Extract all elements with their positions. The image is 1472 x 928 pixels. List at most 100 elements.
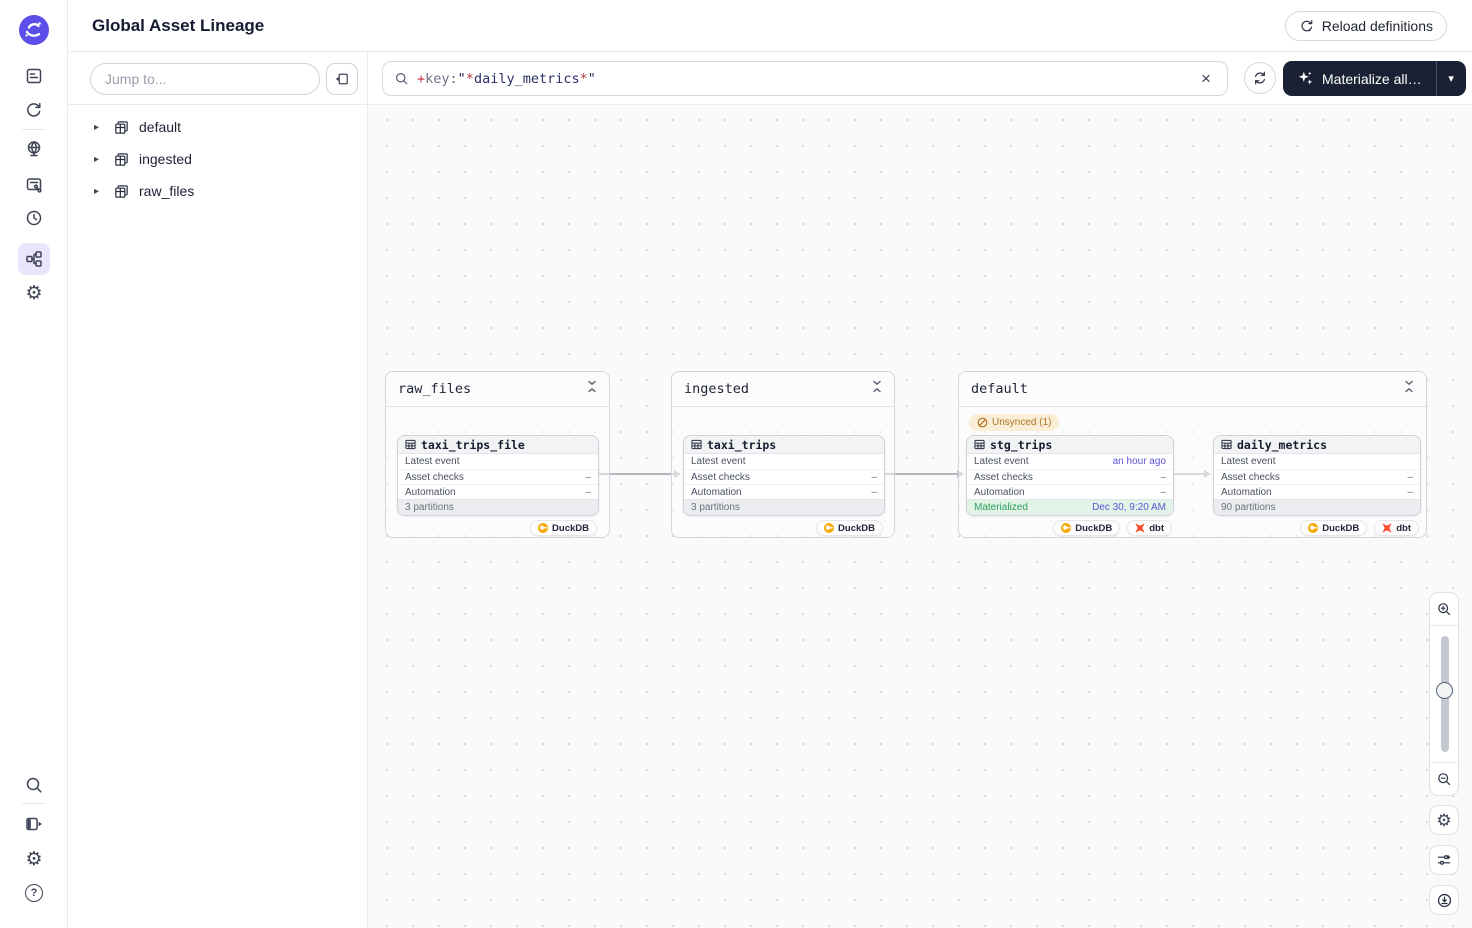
chevron-right-icon[interactable]: ▸ — [94, 122, 104, 133]
asset-node-taxi_trips_file[interactable]: taxi_trips_file Latest event Asset check… — [397, 435, 599, 516]
group-node-ingested[interactable]: ingested taxi_trips Latest event Asset c… — [671, 371, 895, 538]
gear-icon: ⚙ — [1436, 812, 1451, 829]
group-label: ingested — [139, 151, 192, 167]
settings-icon[interactable]: ⚙ — [18, 277, 50, 309]
page-title: Global Asset Lineage — [92, 16, 264, 36]
download-graph-button[interactable] — [1429, 885, 1459, 915]
sidebar-item-raw_files[interactable]: ▸ raw_files — [68, 175, 367, 207]
rail-divider — [22, 803, 46, 804]
zoom-in-button[interactable] — [1430, 593, 1458, 626]
group-header[interactable]: default — [959, 372, 1426, 407]
chevron-right-icon[interactable]: ▸ — [94, 186, 104, 197]
zoom-slider-handle[interactable] — [1436, 682, 1453, 699]
materialize-all-button[interactable]: Materialize all… — [1283, 61, 1436, 96]
table-icon — [974, 439, 985, 450]
badge-label: DuckDB — [1322, 523, 1359, 534]
asset-title-row: taxi_trips_file — [398, 436, 598, 454]
search-query: +key:"*daily_metrics*" — [417, 71, 1193, 87]
row-value: – — [1160, 472, 1166, 483]
materialized-time[interactable]: Dec 30, 9:20 AM — [1092, 502, 1166, 513]
duckdb-icon — [824, 523, 834, 533]
zoom-slider[interactable] — [1430, 626, 1458, 762]
duckdb-badge[interactable]: DuckDB — [530, 520, 597, 536]
reload-definitions-label: Reload definitions — [1322, 18, 1433, 34]
reload-definitions-button[interactable]: Reload definitions — [1285, 11, 1447, 41]
badge-label: DuckDB — [1075, 523, 1112, 534]
duckdb-badge[interactable]: DuckDB — [1053, 520, 1120, 536]
search-icon[interactable] — [18, 769, 50, 801]
duckdb-badge[interactable]: DuckDB — [816, 520, 883, 536]
duckdb-icon — [1308, 523, 1318, 533]
row-label: Latest event — [691, 456, 745, 467]
sidebar-item-ingested[interactable]: ▸ ingested — [68, 143, 367, 175]
schedules-icon[interactable] — [18, 202, 50, 234]
group-header[interactable]: raw_files — [386, 372, 609, 407]
asset-name: daily_metrics — [1237, 438, 1327, 452]
duckdb-icon — [538, 523, 548, 533]
row-value: – — [1160, 487, 1166, 498]
collapse-group-icon[interactable] — [872, 380, 882, 398]
expand-panel-icon[interactable] — [18, 808, 50, 840]
collapse-group-icon[interactable] — [587, 380, 597, 398]
asset-badges: DuckDB — [530, 520, 597, 536]
latest-event-link[interactable]: an hour ago — [1113, 456, 1166, 467]
dbt-icon — [1135, 523, 1145, 533]
group-node-raw_files[interactable]: raw_files taxi_trips_file Latest event A… — [385, 371, 610, 538]
row-value: – — [1407, 487, 1413, 498]
lineage-main: +key:"*daily_metrics*" × Materialize all… — [368, 52, 1472, 928]
asset-node-stg_trips[interactable]: stg_trips Latest eventan hour ago Asset … — [966, 435, 1174, 516]
asset-search-input[interactable]: +key:"*daily_metrics*" × — [382, 61, 1228, 96]
asset-node-taxi_trips[interactable]: taxi_trips Latest event Asset checks– Au… — [683, 435, 885, 516]
materialize-all-label: Materialize all… — [1322, 71, 1422, 87]
dbt-badge[interactable]: dbt — [1374, 520, 1419, 536]
asset-title-row: daily_metrics — [1214, 436, 1420, 454]
chevron-right-icon[interactable]: ▸ — [94, 154, 104, 165]
unsynced-label: Unsynced (1) — [992, 417, 1051, 428]
row-label: Asset checks — [405, 472, 464, 483]
jobs-icon[interactable] — [18, 169, 50, 201]
badge-label: dbt — [1149, 523, 1164, 534]
row-label: Asset checks — [974, 472, 1033, 483]
asset-name: taxi_trips_file — [421, 438, 525, 452]
asset-badges: DuckDB dbt — [1300, 520, 1419, 536]
row-value: – — [585, 487, 591, 498]
collapse-sidebar-button[interactable] — [326, 63, 358, 95]
asset-node-daily_metrics[interactable]: daily_metrics Latest event Asset checks–… — [1213, 435, 1421, 516]
deployment-icon[interactable] — [18, 133, 50, 165]
asset-groups-sidebar: ▸ default ▸ ingested ▸ raw_files — [68, 52, 368, 928]
row-value: – — [585, 472, 591, 483]
lineage-icon[interactable] — [18, 243, 50, 275]
zoom-out-button[interactable] — [1430, 762, 1458, 795]
dbt-badge[interactable]: dbt — [1127, 520, 1172, 536]
overview-icon[interactable] — [18, 60, 50, 92]
jump-to-input[interactable] — [90, 63, 320, 95]
sidebar-item-default[interactable]: ▸ default — [68, 111, 367, 143]
help-icon[interactable]: ? — [18, 877, 50, 909]
asset-badges: DuckDB — [816, 520, 883, 536]
reload-icon — [1299, 18, 1315, 34]
unsynced-badge[interactable]: Unsynced (1) — [969, 414, 1059, 431]
refresh-graph-button[interactable] — [1244, 62, 1276, 94]
group-title: default — [971, 381, 1028, 397]
lineage-canvas[interactable]: raw_files taxi_trips_file Latest event A… — [368, 105, 1472, 928]
group-header[interactable]: ingested — [672, 372, 894, 407]
clear-search-button[interactable]: × — [1193, 66, 1219, 92]
row-value: – — [871, 472, 877, 483]
runs-icon[interactable] — [18, 94, 50, 126]
dagster-logo[interactable] — [18, 14, 50, 46]
app-nav-rail: ⚙ ⚙ ? — [0, 0, 68, 928]
collapse-group-icon[interactable] — [1404, 380, 1414, 398]
materialize-options-caret[interactable]: ▾ — [1437, 61, 1466, 96]
user-settings-icon[interactable]: ⚙ — [18, 843, 50, 875]
asset-name: taxi_trips — [707, 438, 776, 452]
group-icon — [113, 183, 130, 200]
edge-taxi_trips-to-stg_trips — [884, 473, 958, 475]
lineage-toolbar: +key:"*daily_metrics*" × Materialize all… — [368, 52, 1472, 105]
duckdb-badge[interactable]: DuckDB — [1300, 520, 1367, 536]
row-label: Automation — [691, 487, 742, 498]
partitions-label: 3 partitions — [691, 502, 740, 513]
group-node-default[interactable]: default Unsynced (1) stg_trips Latest ev… — [958, 371, 1427, 538]
graph-filters-button[interactable] — [1429, 845, 1459, 875]
materialize-all-split-button: Materialize all… ▾ — [1283, 61, 1466, 96]
graph-settings-button[interactable]: ⚙ — [1429, 805, 1459, 835]
